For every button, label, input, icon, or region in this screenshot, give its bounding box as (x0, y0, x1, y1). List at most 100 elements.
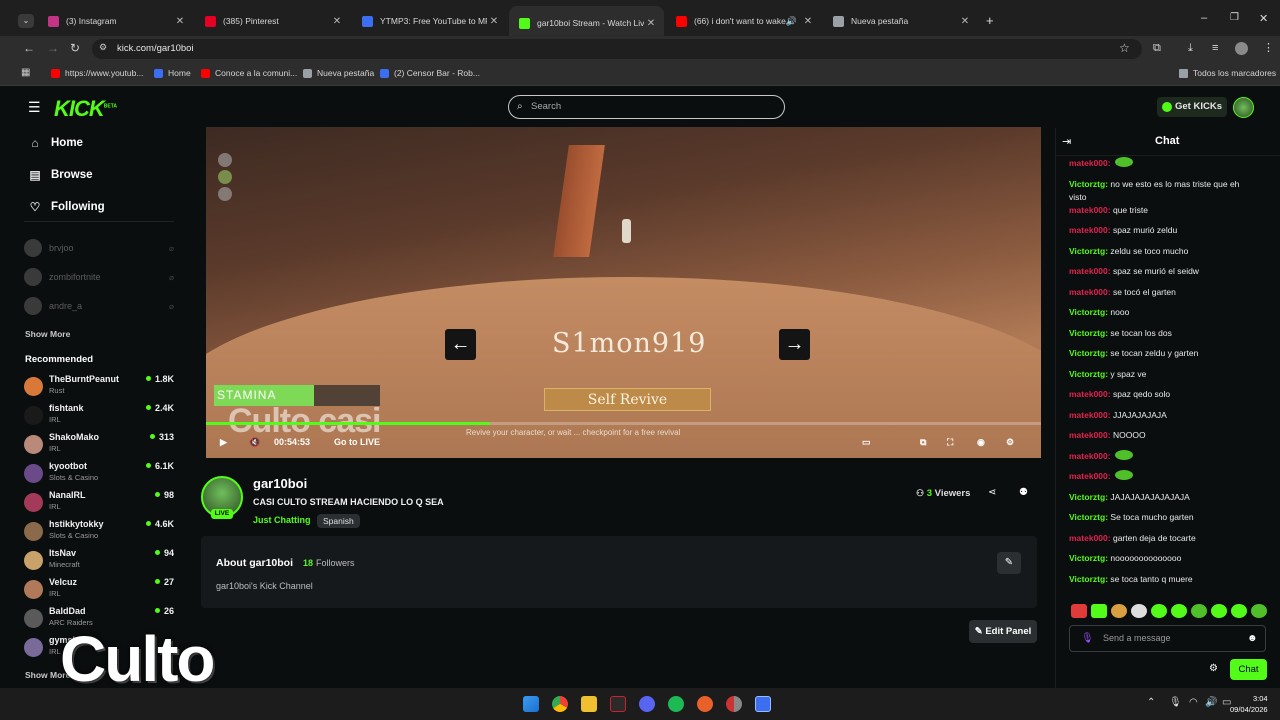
emoji-picker-icon[interactable]: ☻ (1247, 626, 1258, 651)
all-bookmarks-folder[interactable]: Todos los marcadores (1179, 68, 1276, 78)
emote-icon[interactable] (1231, 604, 1247, 618)
media-control-icon[interactable]: ≡ (1212, 42, 1218, 54)
pip-icon[interactable]: ⧉ (920, 437, 926, 448)
discord-icon[interactable] (639, 696, 655, 712)
get-kicks-button[interactable]: Get KICKs (1157, 97, 1227, 117)
browser-tab[interactable]: YTMP3: Free YouTube to MP3 C✕ (352, 8, 507, 34)
browser-tab[interactable]: gar10boi Stream - Watch Live o✕ (509, 6, 664, 40)
following-channel-offline[interactable]: zombifortnite ⌀ (24, 267, 174, 287)
play-icon[interactable]: ▶ (220, 437, 227, 448)
video-progress-bar[interactable] (206, 422, 1041, 425)
tab-audio-icon[interactable]: 🔊 (786, 16, 797, 27)
file-explorer-icon[interactable] (581, 696, 597, 712)
downloads-icon[interactable]: ⤓ (1188, 42, 1193, 55)
recommended-channel[interactable]: hstikkytokky Slots & Casino 4.6K (24, 519, 174, 545)
close-window-button[interactable]: ✕ (1259, 12, 1268, 25)
tab-search-button[interactable]: ⌄ (18, 14, 34, 28)
tab-close-icon[interactable]: ✕ (330, 16, 344, 27)
recommended-channel[interactable]: NanaIRL IRL 98 (24, 490, 174, 516)
tab-close-icon[interactable]: ✕ (644, 18, 658, 29)
recommended-channel[interactable]: ShakoMako IRL 313 (24, 432, 174, 458)
search-input[interactable]: ⌕ Search (508, 95, 785, 119)
chat-username[interactable]: matek000: (1069, 471, 1111, 481)
edit-panel-button[interactable]: ✎ Edit Panel (969, 620, 1037, 643)
bookmark-item[interactable]: Home (154, 68, 191, 78)
chat-username[interactable]: matek000: (1069, 533, 1111, 543)
streamer-name[interactable]: gar10boi (253, 476, 307, 491)
back-icon[interactable]: ← (23, 41, 35, 55)
chat-settings-icon[interactable]: ⚙ (1209, 663, 1218, 674)
chat-username[interactable]: Victorztg: (1069, 492, 1108, 502)
tab-close-icon[interactable]: ✕ (958, 16, 972, 27)
roblox-icon[interactable] (755, 696, 771, 712)
emote-icon[interactable] (1091, 604, 1107, 618)
profile-avatar[interactable] (1235, 42, 1248, 55)
chat-username[interactable]: Victorztg: (1069, 512, 1108, 522)
windows-start-icon[interactable] (523, 696, 539, 712)
sidebar-nav-browse[interactable]: ▤ Browse (28, 168, 92, 182)
recommended-channel[interactable]: TheBurntPeanut Rust 1.8K (24, 374, 174, 400)
forward-icon[interactable]: → (47, 41, 59, 55)
go-to-live-button[interactable]: Go to LIVE (334, 437, 380, 447)
chat-username[interactable]: matek000: (1069, 410, 1111, 420)
spotify-icon[interactable] (668, 696, 684, 712)
spectate-prev-button[interactable]: ← (445, 329, 476, 360)
chat-username[interactable]: matek000: (1069, 205, 1111, 215)
language-tag[interactable]: Spanish (317, 514, 360, 528)
emote-icon[interactable] (1131, 604, 1147, 618)
recommended-channel[interactable]: fishtank IRL 2.4K (24, 403, 174, 429)
chat-username[interactable]: Victorztg: (1069, 246, 1108, 256)
wifi-icon[interactable]: ◠ (1189, 697, 1198, 708)
bookmark-item[interactable]: Conoce a la comuni... (201, 68, 297, 78)
clip-icon[interactable]: ▭ (862, 437, 871, 448)
tab-close-icon[interactable]: ✕ (487, 16, 501, 27)
extensions-icon[interactable]: ⧉ (1153, 42, 1161, 55)
chat-username[interactable]: Victorztg: (1069, 179, 1108, 189)
spectate-next-button[interactable]: → (779, 329, 810, 360)
speaker-icon[interactable]: 🔊 (1205, 697, 1217, 708)
chat-username[interactable]: matek000: (1069, 451, 1111, 461)
volume-icon[interactable]: 🔇 (249, 437, 260, 448)
chat-username[interactable]: matek000: (1069, 389, 1111, 399)
chat-username[interactable]: matek000: (1069, 430, 1111, 440)
user-avatar[interactable] (1233, 97, 1254, 118)
chat-username[interactable]: matek000: (1069, 287, 1111, 297)
minimize-button[interactable]: – (1201, 12, 1207, 24)
emote-icon[interactable] (1211, 604, 1227, 618)
chat-username[interactable]: Victorztg: (1069, 553, 1108, 563)
bookmark-star-icon[interactable]: ☆ (1119, 41, 1130, 55)
kick-logo[interactable]: KICKBETA (54, 96, 117, 122)
url-field[interactable]: ⚙ kick.com/gar10boi ☆ (92, 39, 1142, 59)
chat-username[interactable]: matek000: (1069, 266, 1111, 276)
recommended-channel[interactable]: kyootbot Slots & Casino 6.1K (24, 461, 174, 487)
emote-icon[interactable] (1111, 604, 1127, 618)
system-clock[interactable]: 3:04 09/04/2026 (1230, 693, 1268, 715)
bookmark-item[interactable]: Nueva pestaña (303, 68, 374, 78)
emote-icon[interactable] (1151, 604, 1167, 618)
tray-mic-icon[interactable]: 🎙 (1169, 697, 1182, 708)
chat-username[interactable]: Victorztg: (1069, 369, 1108, 379)
browser-tab[interactable]: (3) Instagram ✕ (38, 8, 193, 34)
browser-tab[interactable]: Nueva pestaña ✕ (823, 8, 978, 34)
emote-icon[interactable] (1191, 604, 1207, 618)
hamburger-menu-icon[interactable]: ☰ (28, 99, 41, 116)
following-channel-offline[interactable]: andre_a ⌀ (24, 296, 174, 316)
edit-about-button[interactable]: ✎ (997, 552, 1021, 574)
chat-send-button[interactable]: Chat (1230, 659, 1267, 680)
maximize-button[interactable]: ❐ (1230, 12, 1239, 23)
chat-username[interactable]: Victorztg: (1069, 574, 1108, 584)
emote-icon[interactable] (1251, 604, 1267, 618)
collapse-chat-icon[interactable]: ⇥ (1062, 135, 1071, 148)
sidebar-nav-home[interactable]: ⌂ Home (28, 136, 83, 150)
app-icon[interactable] (610, 696, 626, 712)
theater-icon[interactable]: ⛶ (947, 437, 953, 448)
new-tab-button[interactable]: + (986, 13, 994, 28)
fullscreen-icon[interactable]: ◉ (977, 437, 985, 448)
share-icon[interactable]: ⋖ (988, 487, 996, 498)
recommended-channel[interactable]: ItsNav Minecraft 94 (24, 548, 174, 574)
sidebar-nav-following[interactable]: ♡ Following (28, 200, 105, 214)
following-channel-offline[interactable]: brvjoo ⌀ (24, 238, 174, 258)
emote-icon[interactable] (1171, 604, 1187, 618)
settings-icon[interactable]: ⚙ (1006, 437, 1014, 448)
follow-user-icon[interactable]: ⚉ (1019, 487, 1028, 498)
